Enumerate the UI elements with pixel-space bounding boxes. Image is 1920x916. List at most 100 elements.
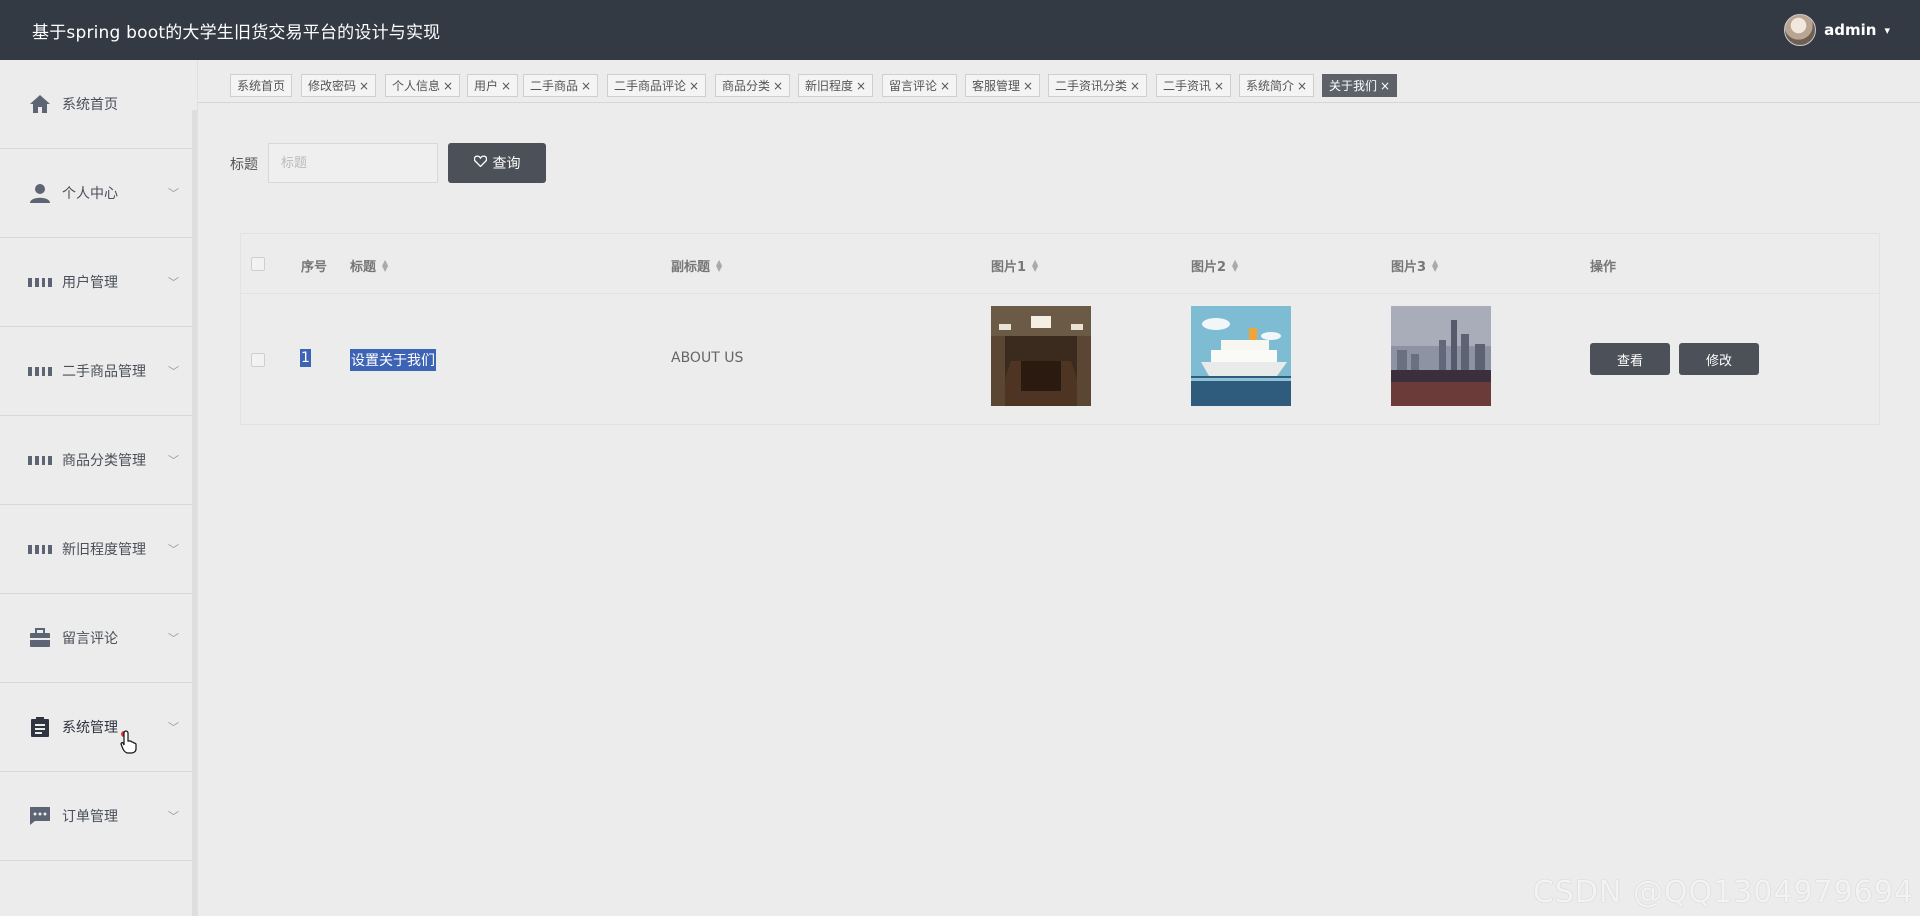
tab-comments[interactable]: 留言评论 × [882, 74, 958, 97]
avatar[interactable] [1784, 14, 1817, 46]
sidebar-item-personal-center[interactable]: 个人中心 ﹀ [0, 149, 197, 238]
row-index: 1 [300, 349, 311, 367]
cruise-ship-image[interactable] [1191, 306, 1291, 406]
sidebar-item-orders[interactable]: 订单管理 ﹀ [0, 772, 197, 861]
close-icon[interactable]: × [1380, 79, 1390, 93]
tab-news-category[interactable]: 二手资讯分类 × [1048, 74, 1148, 97]
app-title: 基于spring boot的大学生旧货交易平台的设计与实现 [32, 22, 441, 43]
sidebar-item-secondhand-goods[interactable]: 二手商品管理 ﹀ [0, 327, 197, 416]
close-icon[interactable]: × [1130, 79, 1140, 93]
meeting-room-image[interactable] [991, 306, 1091, 406]
data-table: 序号 标题 ▲ ▼ 副标题 ▲ ▼ 图片1 ▲ ▼ 图片2 ▲ ▼ 图片3 ▲ ▼ 操作 1 设置关… [240, 233, 1880, 425]
column-title[interactable]: 标题 ▲ ▼ [350, 256, 388, 275]
chevron-down-icon: ﹀ [168, 632, 179, 645]
top-header: 基于spring boot的大学生旧货交易平台的设计与实现 admin ▾ [0, 0, 1920, 60]
person-icon [28, 181, 52, 205]
tab-label: 修改密码 [308, 79, 357, 93]
column-label: 图片1 [991, 260, 1027, 275]
close-icon[interactable]: × [359, 79, 369, 93]
search-button[interactable]: 查询 [448, 143, 546, 183]
column-label: 标题 [350, 260, 377, 275]
tab-label: 新旧程度 [805, 79, 854, 93]
tab-label: 关于我们 [1329, 79, 1378, 93]
column-label: 副标题 [671, 260, 711, 275]
row-title: 设置关于我们 [350, 349, 436, 371]
close-icon[interactable]: × [689, 79, 699, 93]
tab-personal-info[interactable]: 个人信息 × [385, 74, 461, 97]
chevron-down-icon: ﹀ [168, 276, 179, 289]
tab-customer-service[interactable]: 客服管理 × [965, 74, 1041, 97]
tab-change-password[interactable]: 修改密码 × [301, 74, 377, 97]
tab-label: 系统简介 [1246, 79, 1295, 93]
tab-news[interactable]: 二手资讯 × [1156, 74, 1232, 97]
chevron-down-icon: ﹀ [168, 543, 179, 556]
briefcase-icon [28, 626, 52, 650]
close-icon[interactable]: × [501, 79, 511, 93]
column-label: 图片2 [1191, 260, 1227, 275]
close-icon[interactable]: × [773, 79, 783, 93]
column-pic3[interactable]: 图片3 ▲ ▼ [1391, 256, 1438, 275]
column-pic2[interactable]: 图片2 ▲ ▼ [1191, 256, 1238, 275]
edit-button[interactable]: 修改 [1679, 343, 1759, 375]
close-icon[interactable]: × [940, 79, 950, 93]
search-button-label: 查询 [492, 156, 521, 172]
sidebar-item-label: 商品分类管理 [62, 453, 146, 469]
tab-bar: 系统首页 修改密码 × 个人信息 × 用户 × 二手商品 × 二手商品评论 × 商品分类 ×… [198, 60, 1920, 103]
chevron-down-icon[interactable]: ▾ [1884, 24, 1890, 37]
username[interactable]: admin [1824, 21, 1876, 39]
sidebar-item-condition-management[interactable]: 新旧程度管理 ﹀ [0, 505, 197, 594]
clipboard-icon [28, 715, 52, 739]
column-label: 序号 [301, 260, 328, 275]
close-icon[interactable]: × [1297, 79, 1307, 93]
close-icon[interactable]: × [443, 79, 453, 93]
sidebar-item-comments[interactable]: 留言评论 ﹀ [0, 594, 197, 683]
watermark: CSDN @QQ1304979694 [1532, 875, 1914, 910]
sidebar-item-label: 用户管理 [62, 275, 118, 291]
sort-icon[interactable]: ▲ ▼ [1032, 258, 1038, 272]
sidebar-item-label: 留言评论 [62, 631, 118, 647]
close-icon[interactable]: × [581, 79, 591, 93]
table-row: 1 设置关于我们 ABOUT US 查看 修改 [241, 294, 1879, 426]
sort-icon[interactable]: ▲ ▼ [1232, 258, 1238, 272]
sidebar-item-category-management[interactable]: 商品分类管理 ﹀ [0, 416, 197, 505]
tab-label: 二手资讯 [1163, 79, 1212, 93]
tab-condition[interactable]: 新旧程度 × [798, 74, 874, 97]
tab-label: 系统首页 [237, 79, 286, 93]
tab-home[interactable]: 系统首页 [230, 74, 293, 97]
tab-about-us[interactable]: 关于我们 × [1322, 74, 1398, 97]
sidebar-item-label: 系统管理 [62, 720, 118, 736]
sidebar-scrollbar[interactable] [192, 110, 197, 916]
tab-users[interactable]: 用户 × [467, 74, 519, 97]
city-skyline-image[interactable] [1391, 306, 1491, 406]
sort-icon[interactable]: ▲ ▼ [1432, 258, 1438, 272]
close-icon[interactable]: × [856, 79, 866, 93]
chevron-down-icon: ﹀ [168, 810, 179, 823]
tab-system-intro[interactable]: 系统简介 × [1239, 74, 1315, 97]
sidebar-item-home[interactable]: 系统首页 [0, 60, 197, 149]
sidebar: 系统首页 个人中心 ﹀ 用户管理 ﹀ 二手商品管理 ﹀ 商品分类管理 ﹀ 新旧程… [0, 60, 198, 916]
view-button[interactable]: 查看 [1590, 343, 1670, 375]
close-icon[interactable]: × [1214, 79, 1224, 93]
sidebar-item-user-management[interactable]: 用户管理 ﹀ [0, 238, 197, 327]
column-pic1[interactable]: 图片1 ▲ ▼ [991, 256, 1038, 275]
select-all-checkbox[interactable] [251, 257, 265, 271]
user-menu[interactable]: admin ▾ [1784, 14, 1890, 46]
chevron-down-icon: ﹀ [168, 365, 179, 378]
column-subtitle[interactable]: 副标题 ▲ ▼ [671, 256, 722, 275]
grid-icon [28, 537, 52, 561]
close-icon[interactable]: × [1023, 79, 1033, 93]
tab-label: 客服管理 [972, 79, 1021, 93]
chevron-down-icon: ﹀ [168, 721, 179, 734]
table-header: 序号 标题 ▲ ▼ 副标题 ▲ ▼ 图片1 ▲ ▼ 图片2 ▲ ▼ 图片3 ▲ ▼ 操作 [241, 234, 1879, 294]
tab-secondhand-goods[interactable]: 二手商品 × [523, 74, 599, 97]
heart-icon [473, 155, 487, 171]
tab-goods-category[interactable]: 商品分类 × [715, 74, 791, 97]
sort-icon[interactable]: ▲ ▼ [382, 258, 388, 272]
tab-goods-comments[interactable]: 二手商品评论 × [607, 74, 707, 97]
sidebar-item-system-management[interactable]: 系统管理 ﹀ [0, 683, 197, 772]
mouse-cursor-icon [120, 730, 138, 758]
grid-icon [28, 448, 52, 472]
sort-icon[interactable]: ▲ ▼ [716, 258, 722, 272]
search-input[interactable] [268, 143, 438, 183]
row-checkbox[interactable] [251, 353, 265, 367]
